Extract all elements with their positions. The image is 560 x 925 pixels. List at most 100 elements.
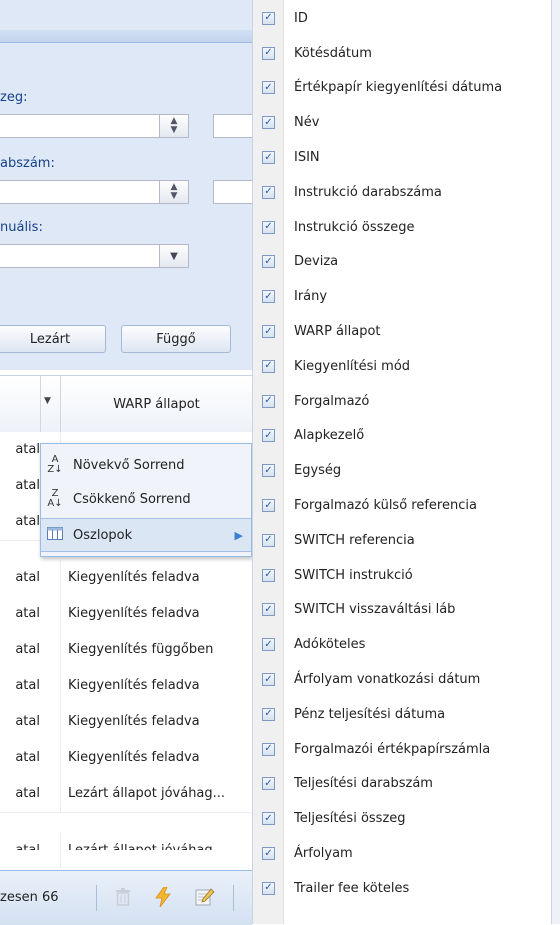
quantity-spinner[interactable]: ▲ ▼ xyxy=(159,181,188,203)
column-header-warp-status[interactable]: WARP állapot xyxy=(61,376,252,432)
column-toggle-item[interactable]: ✓ SWITCH instrukció xyxy=(253,558,551,593)
checkbox-icon[interactable]: ✓ xyxy=(262,325,275,339)
table-row[interactable]: atal Kiegyenlítés feladva xyxy=(0,560,252,597)
column-toggle-label: Kötésdátum xyxy=(294,45,372,61)
quantity-label: abszám: xyxy=(0,156,55,171)
pending-button[interactable]: Függő xyxy=(121,325,231,353)
chevron-down-icon[interactable]: ▼ xyxy=(159,245,188,267)
checkbox-icon[interactable]: ✓ xyxy=(262,151,275,165)
trash-icon[interactable] xyxy=(110,884,136,910)
column-toggle-item[interactable]: ✓ Árfolyam xyxy=(253,836,551,871)
checkbox-icon[interactable]: ✓ xyxy=(262,638,275,652)
menu-item-sort-asc[interactable]: A Z↓ Növekvő Sorrend xyxy=(41,448,251,482)
column-toggle-label: Név xyxy=(294,115,320,131)
column-toggle-item[interactable]: ✓ Pénz teljesítési dátuma xyxy=(253,697,551,732)
menu-item-label: Növekvő Sorrend xyxy=(73,457,185,473)
checkbox-icon[interactable]: ✓ xyxy=(262,359,275,373)
quantity-to-input[interactable] xyxy=(213,180,252,204)
column-toggle-item[interactable]: ✓ Trailer fee köteles xyxy=(253,871,551,906)
checkbox-icon[interactable]: ✓ xyxy=(262,777,275,791)
manual-combo[interactable]: ▼ xyxy=(0,244,189,268)
checkbox-icon[interactable]: ✓ xyxy=(262,429,275,443)
spin-down-icon[interactable]: ▼ xyxy=(171,126,178,135)
column-toggle-item[interactable]: ✓ SWITCH visszaváltási láb xyxy=(253,593,551,628)
table-row[interactable]: atal Lezárt állapot jóváhag... xyxy=(0,832,252,871)
table-row[interactable]: atal Kiegyenlítés feladva xyxy=(0,596,252,633)
checkbox-icon[interactable]: ✓ xyxy=(262,46,275,60)
table-row[interactable]: atal Kiegyenlítés feladva xyxy=(0,740,252,777)
checkbox-icon[interactable]: ✓ xyxy=(262,812,275,826)
column-menu-trigger-icon[interactable]: ▼ xyxy=(44,396,51,406)
column-toggle-item[interactable]: ✓ Teljesítési összeg xyxy=(253,801,551,836)
table-row[interactable]: atal Lezárt állapot jóváhag... xyxy=(0,776,252,813)
table-row[interactable]: atal Kiegyenlítés feladva xyxy=(0,704,252,741)
column-toggle-item[interactable]: ✓ Kötésdátum xyxy=(253,36,551,71)
table-row[interactable]: atal Kiegyenlítés feladva xyxy=(0,668,252,705)
column-toggle-item[interactable]: ✓ Árfolyam vonatkozási dátum xyxy=(253,662,551,697)
amount-input[interactable]: ▲ ▼ xyxy=(0,114,189,138)
checkbox-icon[interactable]: ✓ xyxy=(262,464,275,478)
column-toggle-label: ID xyxy=(294,10,308,26)
menu-item-columns[interactable]: Oszlopok ▶ xyxy=(41,518,251,552)
checkbox-icon[interactable]: ✓ xyxy=(262,394,275,408)
cell: Kiegyenlítés feladva xyxy=(68,606,200,621)
checkbox-icon[interactable]: ✓ xyxy=(262,568,275,582)
checkbox-icon[interactable]: ✓ xyxy=(262,255,275,269)
toolbar-separator xyxy=(233,885,234,911)
checkbox-icon[interactable]: ✓ xyxy=(262,742,275,756)
column-toggle-item[interactable]: ✓ Instrukció összege xyxy=(253,210,551,245)
column-toggle-item[interactable]: ✓ Forgalmazó xyxy=(253,384,551,419)
checkbox-icon[interactable]: ✓ xyxy=(262,185,275,199)
checkbox-icon[interactable]: ✓ xyxy=(262,11,275,25)
checkbox-icon[interactable]: ✓ xyxy=(262,847,275,861)
checkbox-icon[interactable]: ✓ xyxy=(262,707,275,721)
column-toggle-item[interactable]: ✓ Teljesítési darabszám xyxy=(253,767,551,802)
column-toggle-item[interactable]: ✓ SWITCH referencia xyxy=(253,523,551,558)
column-toggle-item[interactable]: ✓ Forgalmazói értékpapírszámla xyxy=(253,732,551,767)
cell: atal xyxy=(15,642,40,657)
manual-label: nuális: xyxy=(0,220,43,235)
checkbox-icon[interactable]: ✓ xyxy=(262,116,275,130)
quantity-input[interactable]: ▲ ▼ xyxy=(0,180,189,204)
menu-item-sort-desc[interactable]: Z A↓ Csökkenő Sorrend xyxy=(41,482,251,516)
checkbox-icon[interactable]: ✓ xyxy=(262,533,275,547)
edit-icon[interactable] xyxy=(192,884,218,910)
column-toggle-item[interactable]: ✓ Alapkezelő xyxy=(253,419,551,454)
checkbox-icon[interactable]: ✓ xyxy=(262,881,275,895)
table-row[interactable]: atal Kiegyenlítés függőben xyxy=(0,632,252,669)
column-toggle-item[interactable]: ✓ Deviza xyxy=(253,245,551,280)
checkbox-icon[interactable]: ✓ xyxy=(262,673,275,687)
closed-button[interactable]: Lezárt xyxy=(0,325,106,353)
column-toggle-item[interactable]: ✓ Instrukció darabszáma xyxy=(253,175,551,210)
cell: atal xyxy=(0,832,40,850)
column-toggle-label: Instrukció összege xyxy=(294,219,415,235)
amount-to-input[interactable] xyxy=(213,114,252,138)
column-toggle-item[interactable]: ✓ Kiegyenlítési mód xyxy=(253,349,551,384)
cell: Kiegyenlítés feladva xyxy=(68,678,200,693)
column-toggle-item[interactable]: ✓ Irány xyxy=(253,279,551,314)
amount-spinner[interactable]: ▲ ▼ xyxy=(159,115,188,137)
cell: Kiegyenlítés feladva xyxy=(68,714,200,729)
column-toggle-item[interactable]: ✓ Értékpapír kiegyenlítési dátuma xyxy=(253,71,551,106)
column-toggle-label: Árfolyam vonatkozási dátum xyxy=(294,672,481,688)
sort-descending-icon: Z A↓ xyxy=(47,488,63,509)
column-toggle-item[interactable]: ✓ Egység xyxy=(253,453,551,488)
checkbox-icon[interactable]: ✓ xyxy=(262,499,275,513)
column-toggle-item[interactable]: ✓ ID xyxy=(253,1,551,36)
column-toggle-item[interactable]: ✓ Forgalmazó külső referencia xyxy=(253,488,551,523)
columns-icon xyxy=(41,527,69,543)
column-toggle-item[interactable]: ✓ Név xyxy=(253,105,551,140)
checkbox-icon[interactable]: ✓ xyxy=(262,603,275,617)
lightning-icon[interactable] xyxy=(150,884,176,910)
checkbox-icon[interactable]: ✓ xyxy=(262,290,275,304)
column-toggle-label: Értékpapír kiegyenlítési dátuma xyxy=(294,80,503,96)
column-toggle-item[interactable]: ✓ ISIN xyxy=(253,140,551,175)
checkbox-icon[interactable]: ✓ xyxy=(262,220,275,234)
checkbox-icon[interactable]: ✓ xyxy=(262,81,275,95)
cell: atal xyxy=(15,786,40,801)
cell: Kiegyenlítés függőben xyxy=(68,642,214,657)
spin-down-icon[interactable]: ▼ xyxy=(171,192,178,201)
column-toggle-item[interactable]: ✓ WARP állapot xyxy=(253,314,551,349)
column-toggle-label: Irány xyxy=(294,289,328,305)
column-toggle-item[interactable]: ✓ Adóköteles xyxy=(253,627,551,662)
